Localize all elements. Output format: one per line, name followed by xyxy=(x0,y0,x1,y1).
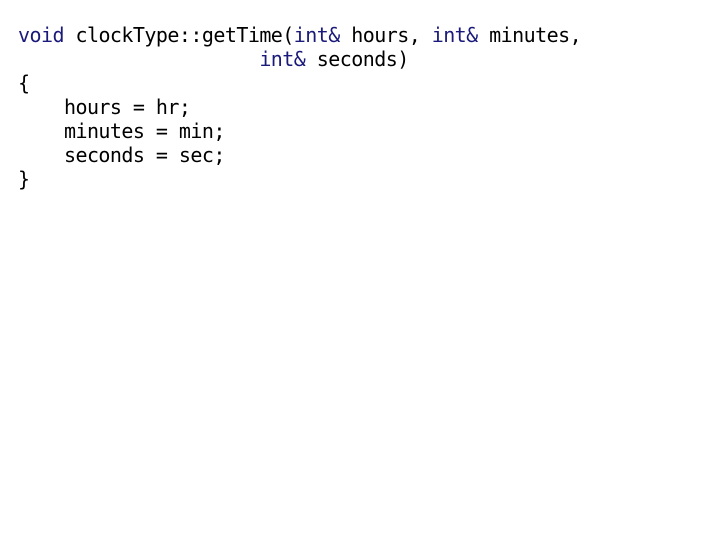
code-line-2: int& seconds) xyxy=(18,47,581,71)
code-token-keyword: void xyxy=(18,23,65,47)
code-token-plain: seconds) xyxy=(305,47,409,71)
code-listing: void clockType::getTime(int& hours, int&… xyxy=(18,23,582,191)
code-token-keyword: int& xyxy=(293,23,341,47)
code-token-plain: } xyxy=(18,167,30,191)
code-line-6: seconds = sec; xyxy=(18,143,581,167)
code-token-plain: clockType::getTime( xyxy=(63,23,294,47)
code-token-plain: hours = hr; xyxy=(18,95,191,119)
code-token-plain: { xyxy=(18,71,30,95)
code-line-1: void clockType::getTime(int& hours, int&… xyxy=(18,23,582,47)
code-token-plain: minutes = min; xyxy=(18,119,225,143)
code-token-keyword: int& xyxy=(431,23,479,47)
code-token-keyword: int& xyxy=(259,47,306,71)
slide-canvas: void clockType::getTime(int& hours, int&… xyxy=(0,0,720,540)
code-line-4: hours = hr; xyxy=(18,95,581,119)
code-line-7: } xyxy=(18,167,581,191)
code-token-plain: minutes, xyxy=(477,23,582,47)
code-line-5: minutes = min; xyxy=(18,119,581,143)
code-token-plain: seconds = sec; xyxy=(18,143,225,167)
code-line-3: { xyxy=(18,71,581,95)
code-token-plain: hours, xyxy=(339,23,432,47)
